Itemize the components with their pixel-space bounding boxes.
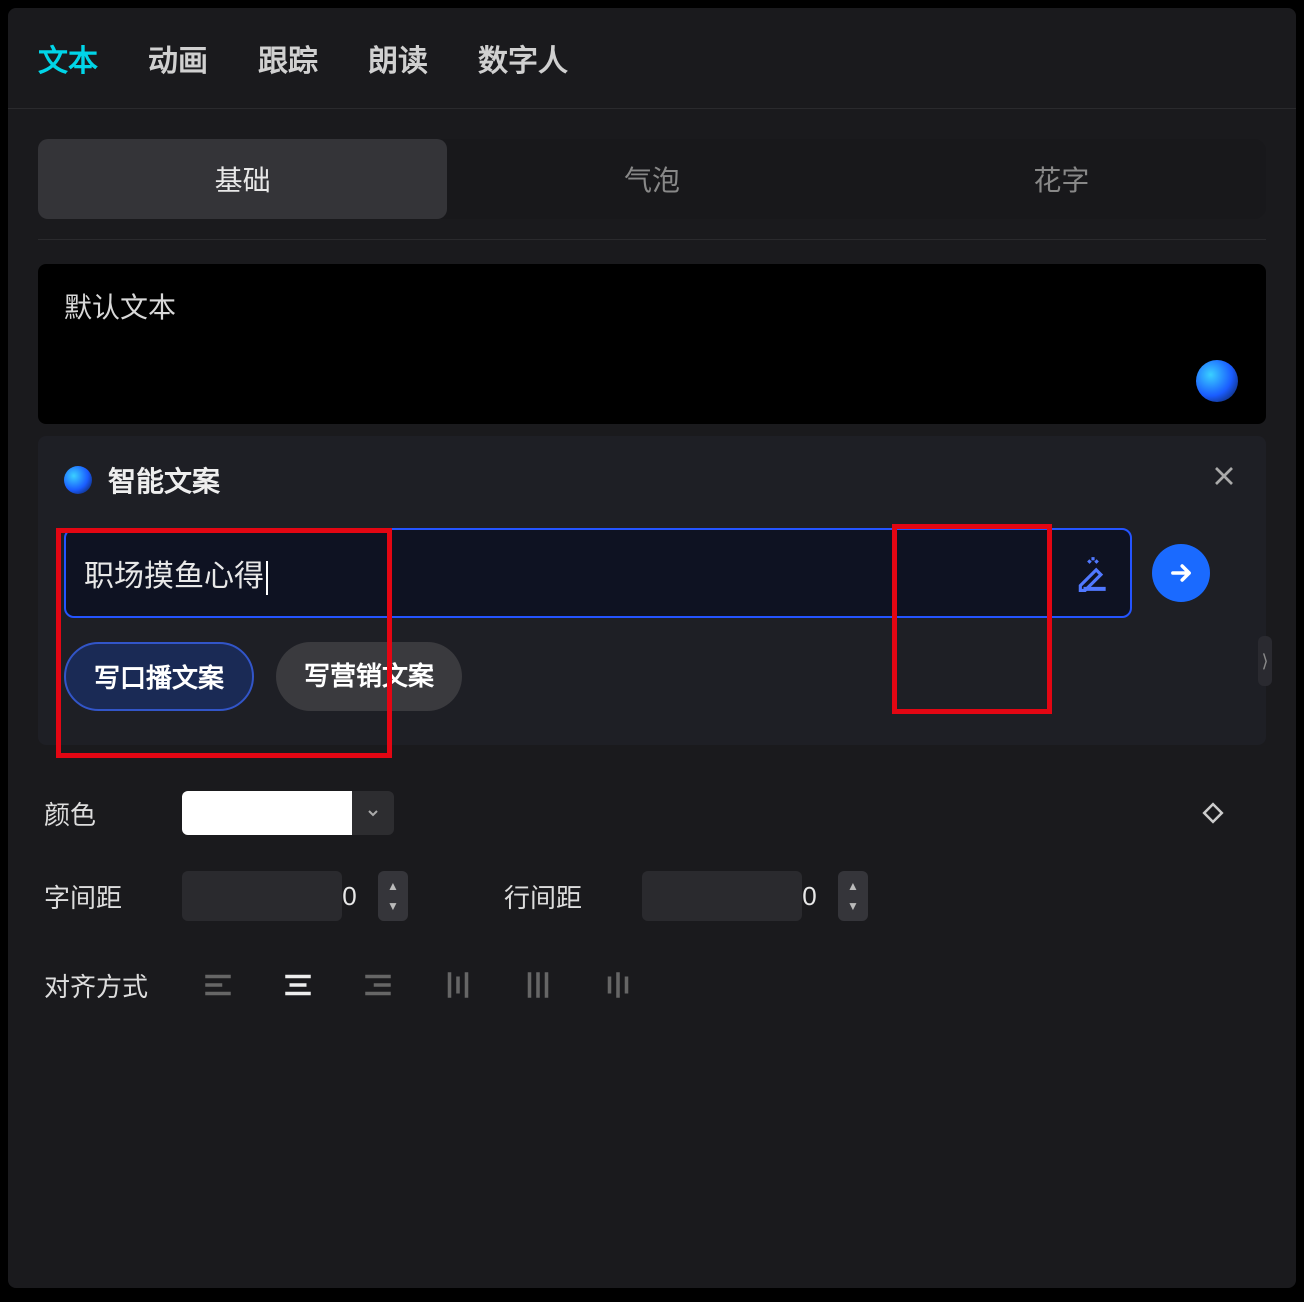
line-spacing-label: 行间距 [504, 878, 614, 915]
line-spacing-input[interactable] [642, 871, 802, 921]
color-picker[interactable] [182, 791, 394, 835]
magic-wand-icon[interactable] [1074, 554, 1112, 592]
color-swatch[interactable] [182, 791, 352, 835]
stepper-down-icon[interactable]: ▼ [838, 896, 868, 916]
subtab-basic[interactable]: 基础 [38, 139, 447, 219]
align-button-group [182, 957, 654, 1013]
smart-input-container[interactable]: 职场摸鱼心得 [64, 528, 1132, 618]
sub-tab-bar: 基础 气泡 花字 [38, 139, 1266, 219]
tab-text[interactable]: 文本 [38, 36, 98, 80]
subtab-bubble[interactable]: 气泡 [447, 139, 856, 219]
align-vertical-right-button[interactable] [582, 957, 654, 1013]
align-label: 对齐方式 [44, 967, 154, 1004]
line-spacing-stepper[interactable]: ▲ ▼ [838, 871, 868, 921]
keyframe-diamond-icon[interactable] [1198, 798, 1228, 828]
color-dropdown-button[interactable] [352, 791, 394, 835]
chip-row: 写口播文案 写营销文案 [64, 642, 1240, 711]
align-vertical-center-button[interactable] [502, 957, 574, 1013]
stepper-down-icon[interactable]: ▼ [378, 896, 408, 916]
align-row: 对齐方式 [38, 939, 1266, 1031]
align-center-button[interactable] [262, 957, 334, 1013]
spacing-row: 字间距 ▲ ▼ 行间距 ▲ ▼ [38, 853, 1266, 939]
stepper-up-icon[interactable]: ▲ [838, 876, 868, 896]
expand-handle-icon[interactable]: ⟩ [1258, 636, 1272, 686]
align-right-button[interactable] [342, 957, 414, 1013]
color-row: 颜色 [38, 773, 1266, 853]
divider [38, 239, 1266, 240]
align-vertical-left-button[interactable] [422, 957, 494, 1013]
submit-button[interactable] [1152, 544, 1210, 602]
tab-digital-human[interactable]: 数字人 [478, 36, 568, 80]
smart-copy-panel: 智能文案 职场摸鱼心得 ⟩ 写口播文案 写营销文案 [38, 436, 1266, 745]
tab-animation[interactable]: 动画 [148, 36, 208, 80]
tab-tracking[interactable]: 跟踪 [258, 36, 318, 80]
content-area: 基础 气泡 花字 默认文本 智能文案 职场摸鱼心得 [8, 109, 1296, 1061]
ai-assist-orb-icon[interactable] [1196, 360, 1238, 402]
ai-orb-icon [64, 466, 92, 494]
letter-spacing-label: 字间距 [44, 878, 154, 915]
align-left-button[interactable] [182, 957, 254, 1013]
smart-panel-title: 智能文案 [108, 460, 220, 500]
stepper-up-icon[interactable]: ▲ [378, 876, 408, 896]
main-tab-bar: 文本 动画 跟踪 朗读 数字人 [8, 8, 1296, 109]
chip-broadcast-copy[interactable]: 写口播文案 [64, 642, 254, 711]
chip-marketing-copy[interactable]: 写营销文案 [276, 642, 462, 711]
text-properties-panel: 文本 动画 跟踪 朗读 数字人 基础 气泡 花字 默认文本 智能文案 [8, 8, 1296, 1288]
subtab-fancy[interactable]: 花字 [857, 139, 1266, 219]
line-spacing-field[interactable] [642, 881, 977, 912]
text-content-input[interactable]: 默认文本 [38, 264, 1266, 424]
text-placeholder: 默认文本 [64, 292, 176, 323]
close-button[interactable] [1208, 460, 1240, 492]
letter-spacing-stepper[interactable]: ▲ ▼ [378, 871, 408, 921]
smart-input-row: 职场摸鱼心得 [64, 528, 1240, 618]
smart-input[interactable]: 职场摸鱼心得 [84, 551, 1062, 595]
letter-spacing-field[interactable] [182, 881, 517, 912]
letter-spacing-input[interactable] [182, 871, 342, 921]
tab-read[interactable]: 朗读 [368, 36, 428, 80]
text-caret [266, 561, 268, 595]
color-label: 颜色 [44, 795, 154, 832]
smart-panel-header: 智能文案 [64, 460, 1240, 500]
